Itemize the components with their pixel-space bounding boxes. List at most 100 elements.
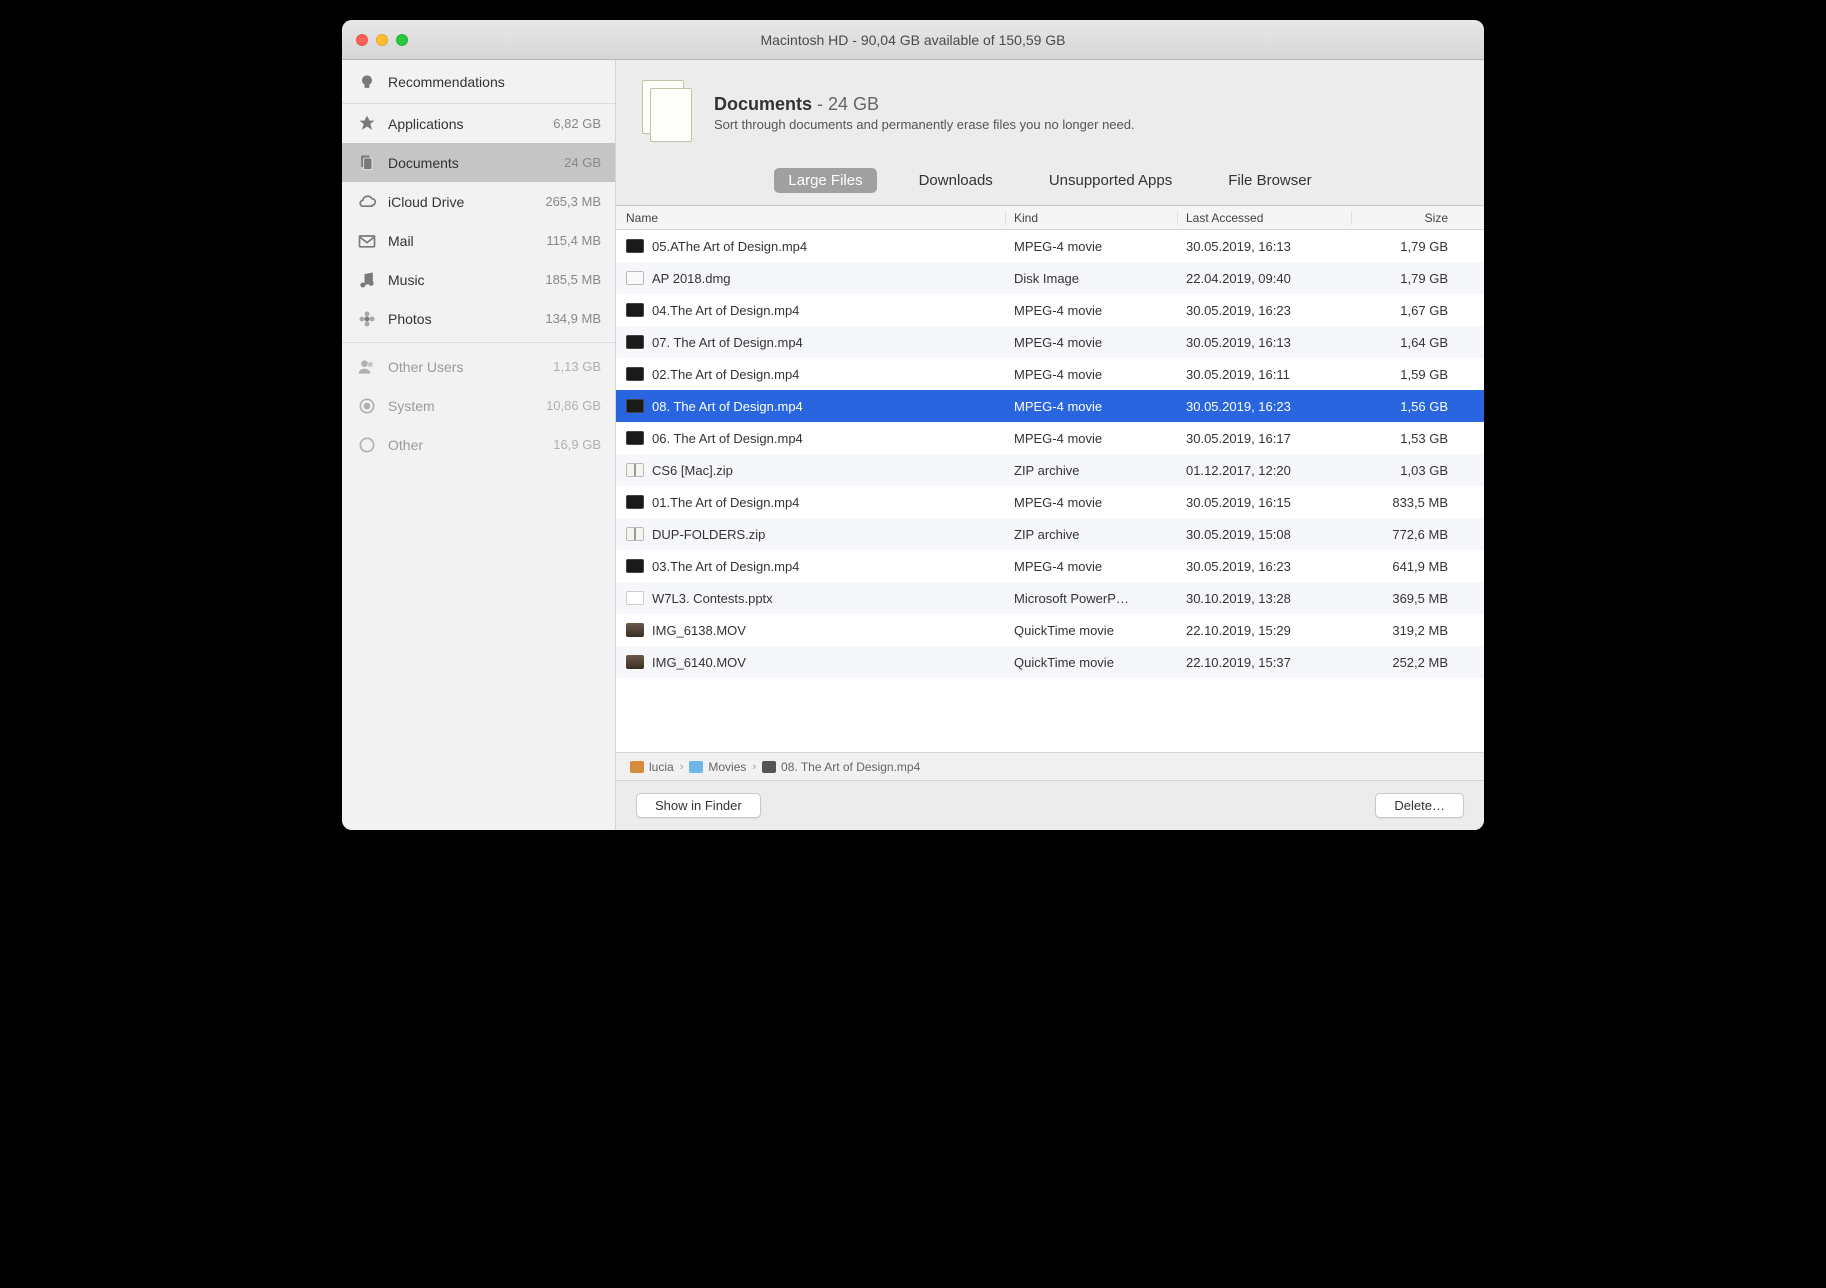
file-name: 06. The Art of Design.mp4 <box>652 431 803 446</box>
header-panel: Documents - 24 GB Sort through documents… <box>616 60 1484 158</box>
file-size: 1,03 GB <box>1352 463 1464 478</box>
delete-button[interactable]: Delete… <box>1375 793 1464 818</box>
video-file-icon <box>626 367 644 381</box>
file-name: IMG_6140.MOV <box>652 655 746 670</box>
show-in-finder-button[interactable]: Show in Finder <box>636 793 761 818</box>
mov-file-icon <box>626 623 644 637</box>
chevron-right-icon: › <box>752 761 756 773</box>
video-file-icon <box>626 495 644 509</box>
file-name: AP 2018.dmg <box>652 271 731 286</box>
file-size: 1,67 GB <box>1352 303 1464 318</box>
column-name[interactable]: Name <box>616 211 1006 225</box>
sidebar-item-label: Other Users <box>388 359 553 375</box>
button-bar: Show in Finder Delete… <box>616 780 1484 830</box>
zoom-button[interactable] <box>396 34 408 46</box>
file-kind: ZIP archive <box>1006 527 1178 542</box>
file-kind: QuickTime movie <box>1006 623 1178 638</box>
sidebar-item-documents[interactable]: Documents24 GB <box>342 143 615 182</box>
sidebar-item-label: Documents <box>388 155 564 171</box>
header-title: Documents <box>714 94 812 114</box>
sidebar-item-size: 265,3 MB <box>545 194 601 209</box>
sidebar-divider <box>342 342 615 343</box>
file-kind: MPEG-4 movie <box>1006 303 1178 318</box>
table-row[interactable]: 07. The Art of Design.mp4 MPEG-4 movie30.… <box>616 326 1484 358</box>
file-kind: MPEG-4 movie <box>1006 335 1178 350</box>
titlebar[interactable]: Macintosh HD - 90,04 GB available of 150… <box>342 20 1484 60</box>
sidebar: Recommendations Applications6,82 GBDocum… <box>342 60 616 830</box>
tab-unsupported-apps[interactable]: Unsupported Apps <box>1035 168 1186 193</box>
column-last-accessed[interactable]: Last Accessed <box>1178 211 1352 225</box>
file-kind: MPEG-4 movie <box>1006 495 1178 510</box>
table-row[interactable]: 02.The Art of Design.mp4MPEG-4 movie30.0… <box>616 358 1484 390</box>
table-row[interactable]: W7L3. Contests.pptxMicrosoft PowerP…30.1… <box>616 582 1484 614</box>
column-kind[interactable]: Kind <box>1006 211 1178 225</box>
table-row[interactable]: 05.AThe Art of Design.mp4MPEG-4 movie30.… <box>616 230 1484 262</box>
file-name: IMG_6138.MOV <box>652 623 746 638</box>
file-date: 30.05.2019, 16:15 <box>1178 495 1352 510</box>
sidebar-item-size: 185,5 MB <box>545 272 601 287</box>
breadcrumb-label: 08. The Art of Design.mp4 <box>781 760 920 774</box>
folder-icon <box>689 761 703 773</box>
ppt-file-icon <box>626 591 644 605</box>
file-size: 1,59 GB <box>1352 367 1464 382</box>
sidebar-item-users[interactable]: Other Users1,13 GB <box>342 347 615 386</box>
photos-icon <box>356 308 378 330</box>
storage-management-window: Macintosh HD - 90,04 GB available of 150… <box>342 20 1484 830</box>
file-date: 22.10.2019, 15:29 <box>1178 623 1352 638</box>
chevron-right-icon: › <box>680 761 684 773</box>
table-row[interactable]: 06. The Art of Design.mp4MPEG-4 movie30.… <box>616 422 1484 454</box>
sidebar-item-photos[interactable]: Photos134,9 MB <box>342 299 615 338</box>
sidebar-item-label: Applications <box>388 116 553 132</box>
sidebar-item-mail[interactable]: Mail115,4 MB <box>342 221 615 260</box>
sidebar-item-music[interactable]: Music185,5 MB <box>342 260 615 299</box>
table-row[interactable]: CS6 [Mac].zipZIP archive01.12.2017, 12:2… <box>616 454 1484 486</box>
file-date: 30.05.2019, 16:13 <box>1178 239 1352 254</box>
table-row[interactable]: DUP-FOLDERS.zipZIP archive30.05.2019, 15… <box>616 518 1484 550</box>
sidebar-item-system[interactable]: System10,86 GB <box>342 386 615 425</box>
video-file-icon <box>626 303 644 317</box>
table-row[interactable]: IMG_6138.MOV QuickTime movie22.10.2019, 1… <box>616 614 1484 646</box>
file-date: 30.05.2019, 16:13 <box>1178 335 1352 350</box>
table-row[interactable]: 01.The Art of Design.mp4MPEG-4 movie30.0… <box>616 486 1484 518</box>
tab-file-browser[interactable]: File Browser <box>1214 168 1325 193</box>
file-date: 30.10.2019, 13:28 <box>1178 591 1352 606</box>
file-date: 22.04.2019, 09:40 <box>1178 271 1352 286</box>
table-row[interactable]: IMG_6140.MOVQuickTime movie22.10.2019, 1… <box>616 646 1484 678</box>
sidebar-item-size: 115,4 MB <box>546 233 601 248</box>
file-name: 04.The Art of Design.mp4 <box>652 303 799 318</box>
column-size[interactable]: Size <box>1352 211 1464 225</box>
file-name: 05.AThe Art of Design.mp4 <box>652 239 807 254</box>
breadcrumb-label: lucia <box>649 760 674 774</box>
breadcrumb-label: Movies <box>708 760 746 774</box>
tab-downloads[interactable]: Downloads <box>905 168 1007 193</box>
table-row[interactable]: 03.The Art of Design.mp4MPEG-4 movie30.0… <box>616 550 1484 582</box>
sidebar-item-label: Mail <box>388 233 546 249</box>
file-name: CS6 [Mac].zip <box>652 463 733 478</box>
table-body[interactable]: 05.AThe Art of Design.mp4MPEG-4 movie30.… <box>616 230 1484 752</box>
sidebar-item-applications[interactable]: Applications6,82 GB <box>342 104 615 143</box>
sidebar-item-size: 1,13 GB <box>553 359 601 374</box>
sidebar-item-label: Music <box>388 272 545 288</box>
close-button[interactable] <box>356 34 368 46</box>
breadcrumb-folder[interactable]: Movies <box>689 760 746 774</box>
file-date: 01.12.2017, 12:20 <box>1178 463 1352 478</box>
mail-icon <box>356 230 378 252</box>
table-row[interactable]: 04.The Art of Design.mp4MPEG-4 movie30.0… <box>616 294 1484 326</box>
table-row[interactable]: AP 2018.dmgDisk Image22.04.2019, 09:401,… <box>616 262 1484 294</box>
sidebar-item-icloud[interactable]: iCloud Drive265,3 MB <box>342 182 615 221</box>
sidebar-item-other[interactable]: Other16,9 GB <box>342 425 615 464</box>
sidebar-item-label: iCloud Drive <box>388 194 545 210</box>
sidebar-item-label: System <box>388 398 546 414</box>
breadcrumb-home[interactable]: lucia <box>630 760 674 774</box>
breadcrumb-file[interactable]: 08. The Art of Design.mp4 <box>762 760 920 774</box>
file-name: 07. The Art of Design.mp4 <box>652 335 803 350</box>
minimize-button[interactable] <box>376 34 388 46</box>
table-row[interactable]: 08. The Art of Design.mp4MPEG-4 movie30.… <box>616 390 1484 422</box>
path-bar: lucia › Movies › 08. The Art of Design.mp4 <box>616 752 1484 780</box>
sidebar-recommendations[interactable]: Recommendations <box>342 60 615 104</box>
file-date: 30.05.2019, 15:08 <box>1178 527 1352 542</box>
header-description: Sort through documents and permanently e… <box>714 117 1135 132</box>
file-kind: MPEG-4 movie <box>1006 559 1178 574</box>
file-name: 02.The Art of Design.mp4 <box>652 367 799 382</box>
tab-large-files[interactable]: Large Files <box>774 168 876 193</box>
